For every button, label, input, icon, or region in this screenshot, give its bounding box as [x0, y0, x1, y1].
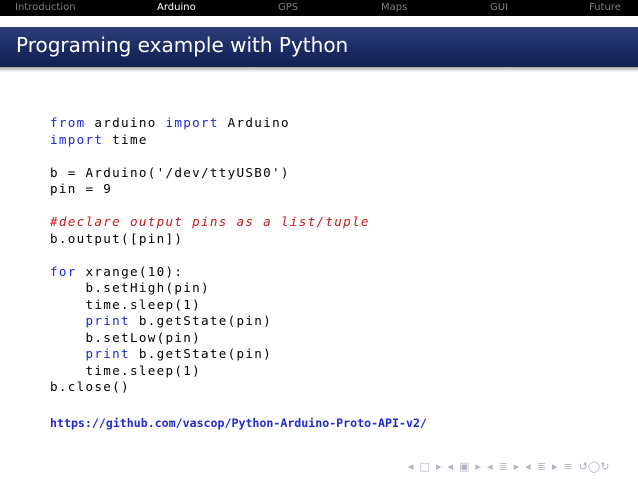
nav-item-gui[interactable]: GUI: [490, 0, 508, 16]
beamer-navigation-controls: ◂ □ ▸ ◂ ▣ ▸ ◂ ≣ ▸ ◂ ≣ ▸ ≡ ↺◯↻: [408, 458, 609, 474]
code-line-12: time.sleep(1): [50, 296, 201, 312]
keyword-print: print: [85, 313, 130, 328]
section-navbar: Introduction Arduino GPS Maps GUI Future: [0, 0, 638, 16]
code-line-15: print b.getState(pin): [50, 346, 370, 363]
frame-next-icon[interactable]: ▸: [436, 460, 442, 473]
subsection-next-icon[interactable]: ▸: [475, 460, 481, 473]
code-line-5: pin = 9: [50, 181, 113, 196]
frame-icon[interactable]: □: [420, 460, 430, 473]
frame-title: Programing example with Python: [16, 33, 349, 57]
subsection-prev-icon[interactable]: ◂: [447, 460, 453, 473]
keyword-from: from: [50, 115, 86, 130]
nav-item-arduino[interactable]: Arduino: [157, 0, 196, 16]
code-text: arduino: [85, 115, 166, 130]
section-next-icon[interactable]: ▸: [514, 460, 520, 473]
code-line-13: print b.getState(pin): [50, 313, 370, 330]
keyword-print: print: [85, 346, 130, 361]
frame-title-bar: Programing example with Python: [0, 27, 638, 72]
title-bar-shadow: [0, 67, 638, 72]
code-text: b.getState(pin): [129, 313, 273, 328]
code-comment: #declare output pins as a list/tuple: [50, 214, 370, 229]
code-text: Arduino: [218, 115, 290, 130]
document-prev-icon[interactable]: ◂: [525, 460, 531, 473]
github-link[interactable]: https://github.com/vascop/Python-Arduino…: [50, 416, 427, 430]
code-block: from arduino import Arduino import time …: [50, 115, 370, 396]
nav-item-introduction[interactable]: Introduction: [15, 0, 76, 16]
section-icon[interactable]: ≣: [498, 460, 507, 473]
code-line-4: b = Arduino('/dev/ttyUSB0'): [50, 164, 290, 180]
subsection-icon[interactable]: ▣: [459, 460, 469, 473]
appendix-icon[interactable]: ≡: [564, 460, 573, 473]
code-line-10: for xrange(10):: [50, 264, 370, 281]
document-next-icon[interactable]: ▸: [552, 460, 558, 473]
search-back-forward-icon[interactable]: ↺◯↻: [579, 460, 610, 473]
keyword-import: import: [165, 115, 219, 130]
keyword-for: for: [50, 263, 77, 279]
code-text: b.getState(pin): [129, 346, 273, 361]
nav-item-future[interactable]: Future: [589, 0, 621, 16]
nav-item-maps[interactable]: Maps: [381, 0, 407, 16]
code-line-2: import time: [50, 132, 370, 149]
code-text: xrange(10):: [76, 263, 184, 279]
nav-item-gps[interactable]: GPS: [278, 0, 298, 16]
frame-prev-icon[interactable]: ◂: [408, 460, 414, 473]
code-line-17: b.close(): [50, 379, 130, 394]
keyword-import: import: [50, 131, 104, 147]
section-prev-icon[interactable]: ◂: [487, 460, 493, 473]
code-line-16: time.sleep(1): [50, 362, 201, 378]
code-line-14: b.setLow(pin): [50, 329, 201, 345]
code-line-7: #declare output pins as a list/tuple: [50, 214, 370, 231]
code-text: time: [103, 131, 148, 147]
code-line-1: from arduino import Arduino: [50, 115, 370, 132]
code-line-8: b.output([pin]): [50, 230, 184, 246]
document-icon[interactable]: ≣: [537, 460, 546, 473]
code-line-11: b.setHigh(pin): [50, 280, 210, 295]
